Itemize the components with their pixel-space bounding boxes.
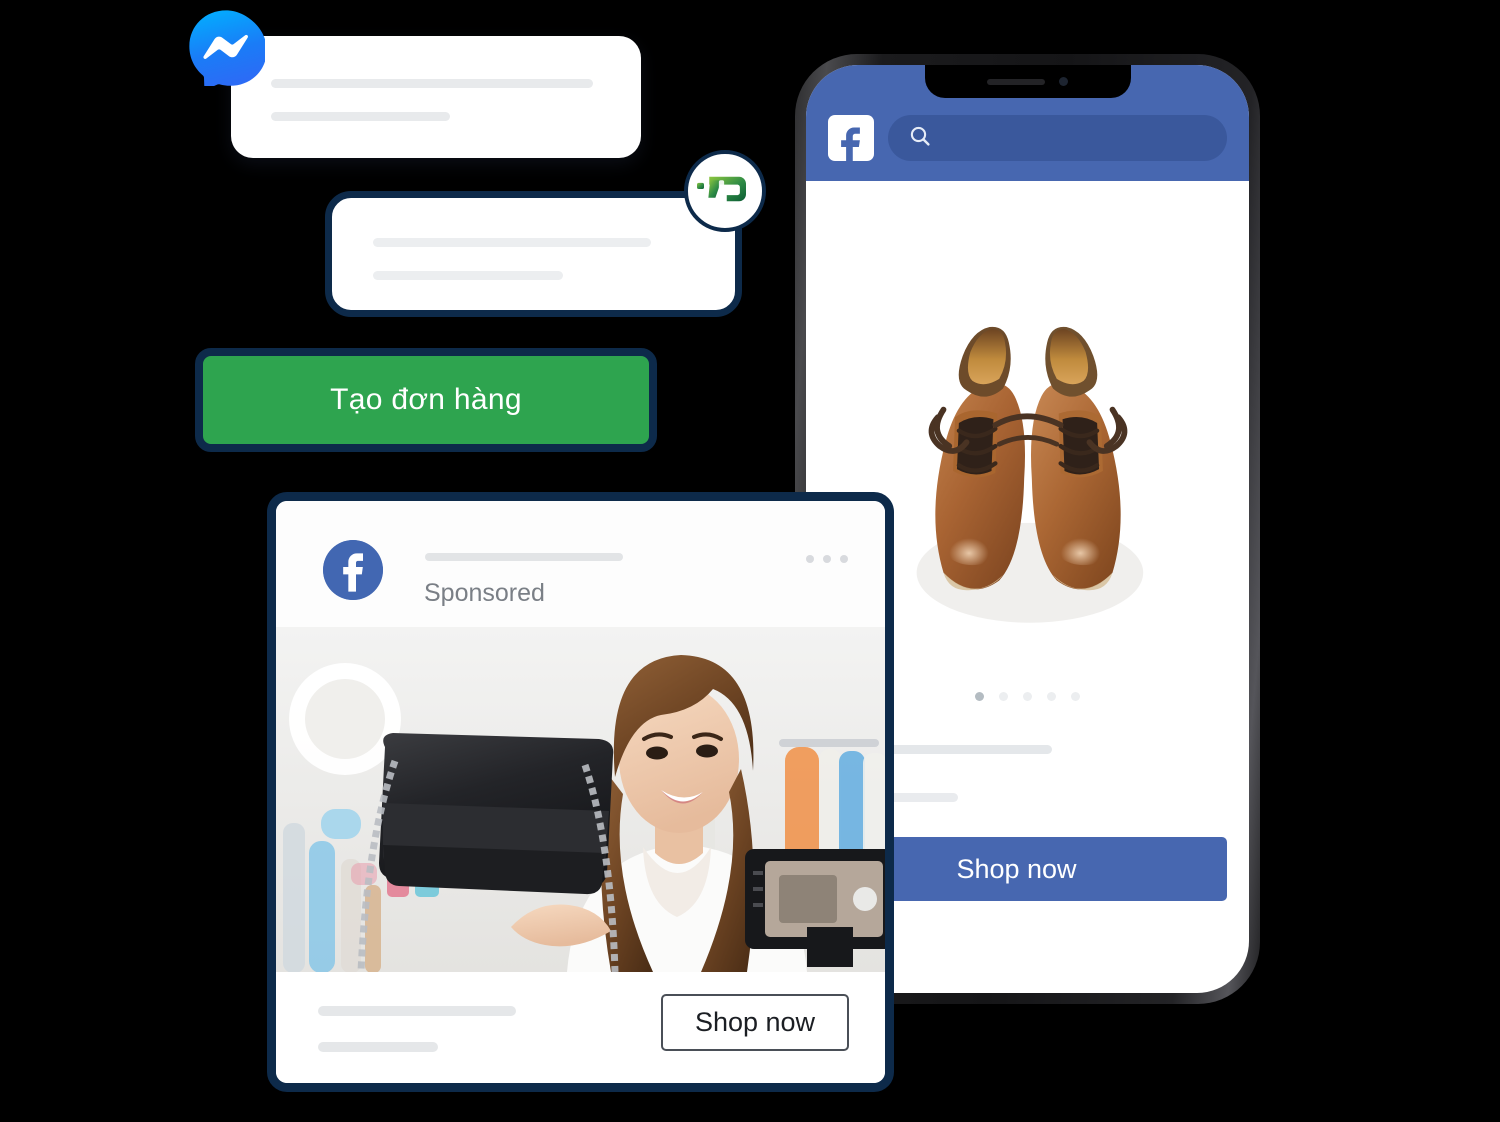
search-icon [908,124,932,153]
ad-shop-now-button[interactable]: Shop now [661,994,849,1051]
carousel-dot[interactable] [1071,692,1080,701]
ad-shop-now-label: Shop now [694,1007,816,1037]
earpiece-speaker [987,78,1045,85]
dot [840,555,848,563]
ad-card-footer: Shop now [276,972,885,1083]
facebook-logo-icon [323,540,383,600]
promo-illustration: Tạo đơn hàng Sponsored Shop now Shop now [0,0,1500,1122]
facebook-ad-card: Sponsored Shop now [267,492,894,1092]
brand-badge [684,150,766,232]
skeleton-line [318,1006,516,1016]
carousel-dot[interactable] [1047,692,1056,701]
skeleton-line [373,271,563,280]
skeleton-line [318,1042,438,1052]
ad-media-image[interactable] [276,627,885,972]
search-input[interactable] [888,115,1227,161]
carousel-dot[interactable] [999,692,1008,701]
create-order-button[interactable]: Tạo đơn hàng [195,348,657,452]
create-order-label: Tạo đơn hàng [330,383,522,416]
ad-page-name-placeholder [425,553,623,561]
carousel-dot-active[interactable] [975,692,984,701]
facebook-logo-icon[interactable] [828,115,874,161]
front-camera-icon [1059,77,1068,86]
chat-bubble-highlighted [325,191,742,317]
skeleton-line [271,112,450,121]
messenger-icon [187,8,267,89]
ad-card-header: Sponsored [276,501,885,627]
dot [823,555,831,563]
more-options-icon[interactable] [806,555,848,563]
carousel-dot[interactable] [1023,692,1032,701]
brand-logo-icon [697,168,753,215]
dot [806,555,814,563]
phone-notch [924,65,1131,98]
skeleton-line [373,238,651,247]
chat-bubble-incoming [231,36,641,158]
phone-shop-now-label: Shop now [956,853,1077,884]
skeleton-line [271,79,593,88]
ad-sponsored-label: Sponsored [424,579,545,607]
